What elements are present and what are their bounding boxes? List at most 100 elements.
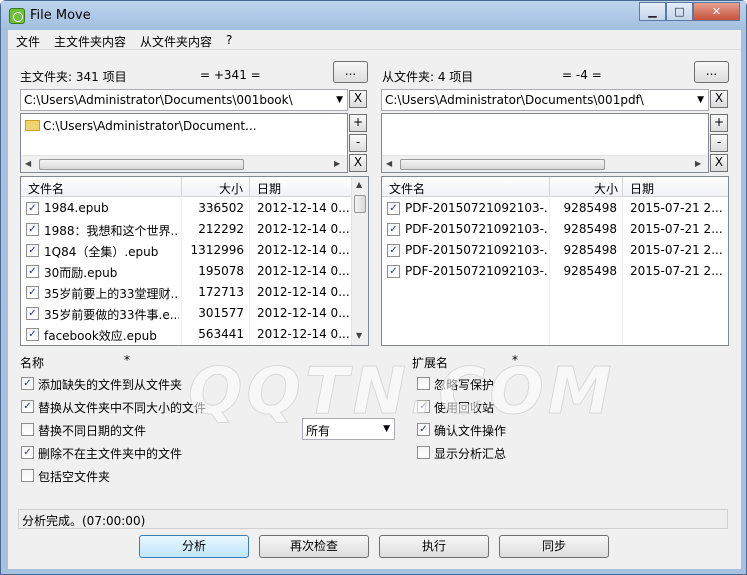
row-checkbox[interactable]: ✓ xyxy=(26,223,39,236)
menu-master-folder[interactable]: 主文件夹内容 xyxy=(54,33,126,50)
table-header: 文件名 大小 日期 xyxy=(21,177,351,197)
table-row[interactable]: ✓ 1988：我想和这个世界... 212292 2012-12-14 0... xyxy=(21,219,351,240)
scroll-left-icon[interactable]: ◀ xyxy=(25,159,31,168)
row-checkbox[interactable]: ✓ xyxy=(387,244,400,257)
analyze-button[interactable]: 分析 xyxy=(139,535,249,558)
minimize-button[interactable]: ▁ xyxy=(639,2,666,21)
maximize-button[interactable]: □ xyxy=(666,2,693,21)
file-date: 2012-12-14 0... xyxy=(257,306,349,320)
column-header-name[interactable]: 文件名 xyxy=(389,180,425,197)
ext-filter-input[interactable]: * xyxy=(509,350,729,370)
slave-remove-button[interactable]: - xyxy=(710,134,728,152)
scroll-right-icon[interactable]: ▶ xyxy=(695,159,701,168)
file-name: PDF-20150721092103-... xyxy=(405,222,547,236)
master-path-clear-button[interactable]: X xyxy=(349,90,367,108)
row-checkbox[interactable]: ✓ xyxy=(26,244,39,257)
column-header-size[interactable]: 大小 xyxy=(594,180,618,197)
option-checkbox[interactable]: ✓ xyxy=(21,446,34,459)
scroll-right-icon[interactable]: ▶ xyxy=(334,159,340,168)
column-header-date[interactable]: 日期 xyxy=(630,180,654,197)
menu-help[interactable]: ? xyxy=(226,33,232,47)
scroll-left-icon[interactable]: ◀ xyxy=(386,159,392,168)
option-checkbox[interactable] xyxy=(417,377,430,390)
row-checkbox[interactable]: ✓ xyxy=(387,202,400,215)
column-header-date[interactable]: 日期 xyxy=(257,180,281,197)
column-header-size[interactable]: 大小 xyxy=(219,180,243,197)
table-row[interactable]: ✓ 1984.epub 336502 2012-12-14 0... xyxy=(21,198,351,219)
option-label: 替换从文件夹中不同大小的文件 xyxy=(38,401,207,415)
option-checkbox[interactable] xyxy=(21,423,34,436)
slave-path-clear-button[interactable]: X xyxy=(710,90,728,108)
file-name: PDF-20150721092103-... xyxy=(405,264,547,278)
option-checkbox[interactable]: ✓ xyxy=(417,423,430,436)
scroll-thumb[interactable] xyxy=(400,159,605,170)
file-date: 2012-12-14 0... xyxy=(257,201,349,215)
slave-list-hscrollbar[interactable]: ◀ ▶ xyxy=(382,155,708,172)
option-checkbox[interactable] xyxy=(21,469,34,482)
file-size: 336502 xyxy=(198,201,244,215)
table-row[interactable]: ✓ facebook效应.epub 563441 2012-12-14 0... xyxy=(21,324,351,345)
master-folder-count: 主文件夹: 341 项目 xyxy=(20,70,127,84)
scroll-thumb[interactable] xyxy=(39,159,244,170)
row-checkbox[interactable]: ✓ xyxy=(26,307,39,320)
row-checkbox[interactable]: ✓ xyxy=(26,202,39,215)
sync-button[interactable]: 同步 xyxy=(499,535,609,558)
row-checkbox[interactable]: ✓ xyxy=(26,286,39,299)
column-header-name[interactable]: 文件名 xyxy=(28,180,64,197)
table-row[interactable]: ✓ PDF-20150721092103-... 9285498 2015-07-21… xyxy=(382,219,728,240)
row-checkbox[interactable]: ✓ xyxy=(26,328,39,341)
master-path-value: C:\Users\Administrator\Documents\001book… xyxy=(24,93,293,107)
scroll-thumb[interactable] xyxy=(354,195,366,213)
option-checkbox[interactable] xyxy=(417,446,430,459)
table-row[interactable]: ✓ 35岁前要做的33件事.e... 301577 2012-12-14 0... xyxy=(21,303,351,324)
file-size: 563441 xyxy=(198,327,244,341)
option-label: 删除不在主文件夹中的文件 xyxy=(38,447,183,461)
slave-path-combo[interactable]: C:\Users\Administrator\Documents\001pdf\… xyxy=(381,89,709,111)
execute-button[interactable]: 执行 xyxy=(379,535,489,558)
master-folder-list: C:\Users\Administrator\Document... ◀ ▶ xyxy=(20,113,348,173)
option-label: 包括空文件夹 xyxy=(38,470,111,484)
slave-clear-button[interactable]: X xyxy=(710,154,728,172)
master-file-table: 文件名 大小 日期 ✓ 1984.epub 336502 2012-12-14 0..… xyxy=(20,176,369,346)
row-checkbox[interactable]: ✓ xyxy=(26,265,39,278)
master-list-hscrollbar[interactable]: ◀ ▶ xyxy=(21,155,347,172)
file-size: 1312996 xyxy=(190,243,244,257)
slave-browse-button[interactable]: ... xyxy=(694,61,729,83)
master-remove-button[interactable]: - xyxy=(349,134,367,152)
scroll-down-icon[interactable]: ▼ xyxy=(356,331,362,340)
date-mode-select[interactable]: 所有 ▼ xyxy=(302,418,395,440)
recheck-button[interactable]: 再次检查 xyxy=(259,535,369,558)
row-checkbox[interactable]: ✓ xyxy=(387,223,400,236)
table-row[interactable]: ✓ 35岁前要上的33堂理财... 172713 2012-12-14 0... xyxy=(21,282,351,303)
ext-filter-value: * xyxy=(512,353,518,367)
table-row[interactable]: ✓ PDF-20150721092103-... 9285498 2015-07-21… xyxy=(382,240,728,261)
file-date: 2015-07-21 2... xyxy=(630,264,723,278)
master-path-combo[interactable]: C:\Users\Administrator\Documents\001book… xyxy=(20,89,348,111)
slave-add-button[interactable]: + xyxy=(710,114,728,132)
date-mode-value: 所有 xyxy=(306,424,331,438)
folder-icon xyxy=(25,120,40,131)
file-name: 35岁前要上的33堂理财... xyxy=(44,287,179,301)
table-row[interactable]: ✓ PDF-20150721092103-... 9285498 2015-07-21… xyxy=(382,261,728,282)
master-clear-button[interactable]: X xyxy=(349,154,367,172)
table-row[interactable]: ✓ 1Q84（全集）.epub 1312996 2012-12-14 0... xyxy=(21,240,351,261)
master-table-vscrollbar[interactable]: ▲ ▼ xyxy=(351,177,368,345)
option-checkbox[interactable]: ✓ xyxy=(21,377,34,390)
menu-file[interactable]: 文件 xyxy=(16,33,40,50)
table-row[interactable]: ✓ PDF-20150721092103-... 9285498 2015-07-21… xyxy=(382,198,728,219)
menu-slave-folder[interactable]: 从文件夹内容 xyxy=(140,33,212,50)
name-filter-label: 名称 xyxy=(20,356,45,370)
name-filter-input[interactable]: * xyxy=(121,350,401,370)
scroll-up-icon[interactable]: ▲ xyxy=(356,180,362,189)
table-row[interactable]: ✓ 30而励.epub 195078 2012-12-14 0... xyxy=(21,261,351,282)
option-checkbox[interactable]: ✓ xyxy=(417,400,430,413)
close-button[interactable]: ✕ xyxy=(693,2,740,21)
chevron-down-icon: ▼ xyxy=(336,95,343,105)
master-browse-button[interactable]: ... xyxy=(333,61,368,83)
option-checkbox[interactable]: ✓ xyxy=(21,400,34,413)
title-bar: File Move ▁ □ ✕ xyxy=(1,1,746,30)
master-add-button[interactable]: + xyxy=(349,114,367,132)
slave-folder-list: ◀ ▶ xyxy=(381,113,709,173)
row-checkbox[interactable]: ✓ xyxy=(387,265,400,278)
file-size: 9285498 xyxy=(563,243,617,257)
